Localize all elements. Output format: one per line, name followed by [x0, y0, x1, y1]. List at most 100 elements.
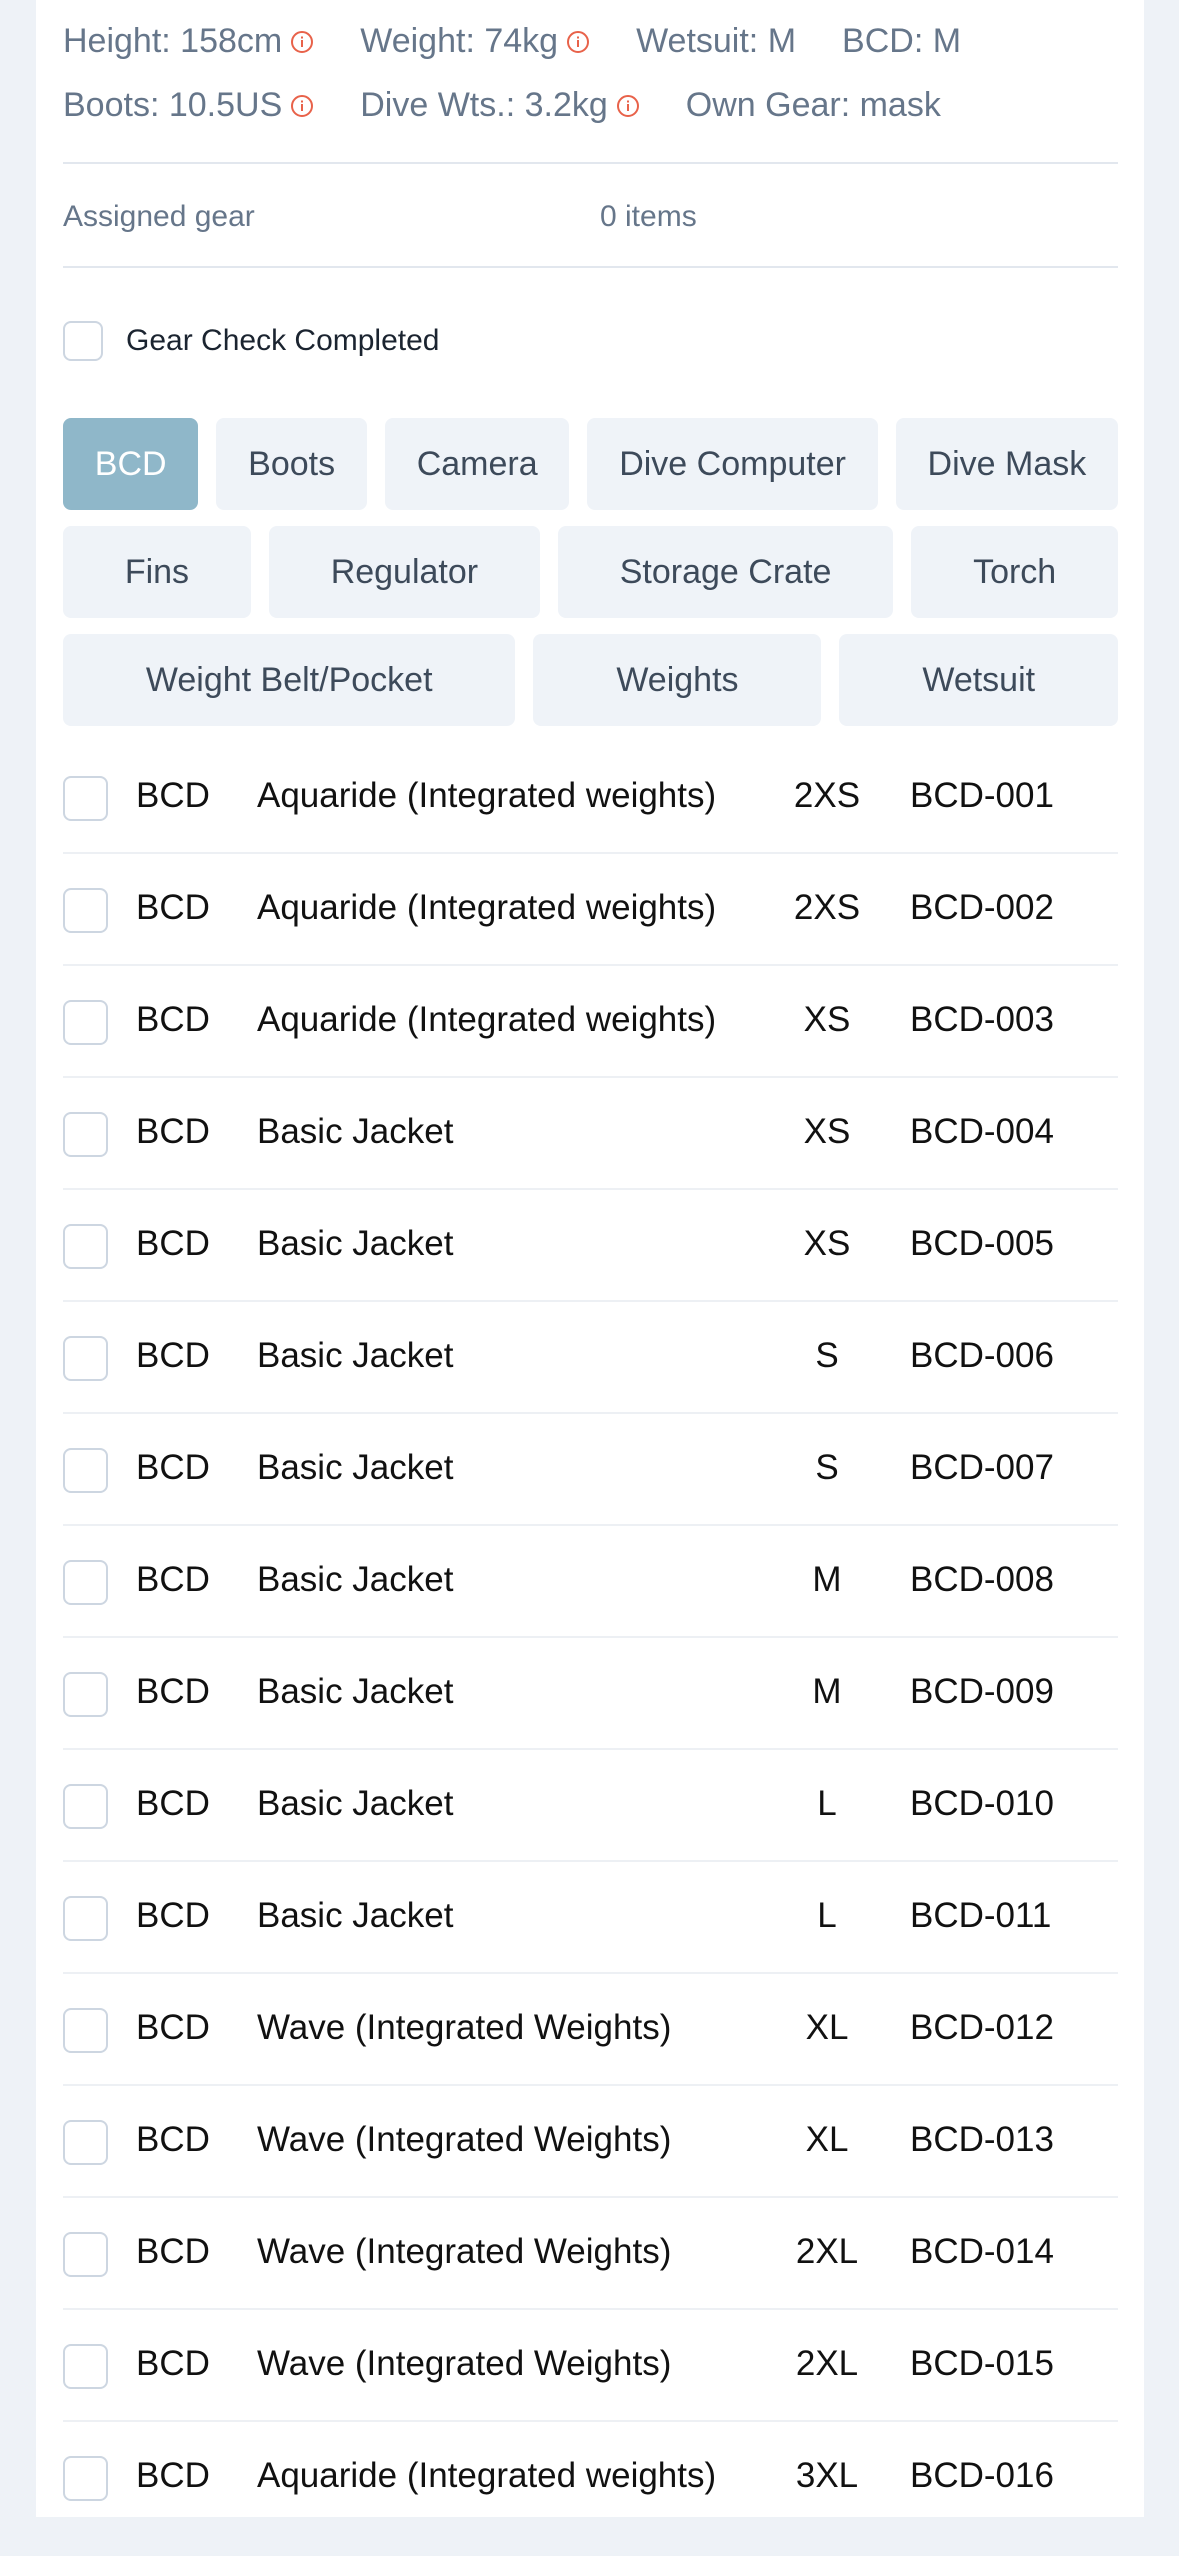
gear-item-name: Aquaride (Integrated weights): [257, 2456, 717, 2495]
info-circle-icon[interactable]: [290, 30, 314, 54]
gear-item-name: Basic Jacket: [257, 1784, 454, 1823]
gear-item-code: BCD-003: [910, 1000, 1054, 1039]
gear-item-checkbox[interactable]: [63, 776, 108, 821]
gear-item-checkbox[interactable]: [63, 2008, 108, 2053]
gear-item-size: XS: [803, 1000, 851, 1039]
gear-item-checkbox[interactable]: [63, 2456, 108, 2501]
gear-item-name: Aquaride (Integrated weights): [257, 888, 717, 927]
category-chip[interactable]: Dive Mask: [895, 418, 1119, 510]
weight-label: Weight: 74kg: [360, 22, 559, 60]
gear-item-size: XL: [805, 2120, 849, 2159]
category-filter: BCD Boots Camera Dive Computer Dive Mask Fins…: [63, 418, 1119, 726]
dive-weights-label: Dive Wts.: 3.2kg: [360, 86, 608, 124]
gear-item-name: Basic Jacket: [257, 1448, 454, 1487]
gear-item-type: BCD: [136, 1224, 210, 1263]
category-chip[interactable]: Regulator: [268, 526, 540, 618]
gear-item-checkbox[interactable]: [63, 1784, 108, 1829]
category-chip[interactable]: Camera: [384, 418, 570, 510]
gear-item-name: Aquaride (Integrated weights): [257, 1000, 717, 1039]
category-chip[interactable]: Dive Computer: [587, 418, 878, 510]
gear-item-type: BCD: [136, 1896, 210, 1935]
gear-assignment-panel: Height: 158cm Weight: 74kg Wetsuit: M BC…: [36, 0, 1144, 2517]
gear-check-row[interactable]: Gear Check Completed: [63, 268, 1118, 418]
gear-item-row[interactable]: BCD Basic Jacket S BCD-006: [63, 1302, 1118, 1414]
gear-item-row[interactable]: BCD Aquaride (Integrated weights) 3XL BCD-0…: [63, 2422, 1118, 2517]
gear-item-checkbox[interactable]: [63, 1672, 108, 1717]
gear-item-checkbox[interactable]: [63, 1224, 108, 1269]
bcd-label: BCD: M: [842, 22, 962, 60]
gear-item-row[interactable]: BCD Wave (Integrated Weights) XL BCD-013: [63, 2086, 1118, 2198]
category-row: Weight Belt/Pocket Weights Wetsuit: [63, 634, 1118, 726]
gear-item-checkbox[interactable]: [63, 1336, 108, 1381]
gear-check-label: Gear Check Completed: [126, 324, 440, 357]
category-chip[interactable]: Torch: [911, 526, 1119, 618]
own-gear-label: Own Gear: mask: [685, 86, 941, 124]
category-row: Fins Regulator Storage Crate Torch: [63, 526, 1119, 618]
gear-item-row[interactable]: BCD Aquaride (Integrated weights) 2XS BCD-0…: [63, 854, 1118, 966]
gear-item-checkbox[interactable]: [63, 1112, 108, 1157]
gear-item-code: BCD-008: [910, 1560, 1054, 1599]
gear-item-type: BCD: [136, 2232, 210, 2271]
gear-item-checkbox[interactable]: [63, 888, 108, 933]
category-chip[interactable]: Fins: [63, 526, 251, 618]
gear-item-type: BCD: [136, 776, 210, 815]
gear-item-row[interactable]: BCD Basic Jacket M BCD-008: [63, 1526, 1118, 1638]
gear-item-name: Basic Jacket: [257, 1672, 454, 1711]
gear-item-type: BCD: [136, 1448, 210, 1487]
gear-item-row[interactable]: BCD Wave (Integrated Weights) 2XL BCD-015: [63, 2310, 1118, 2422]
info-circle-icon[interactable]: [566, 30, 590, 54]
gear-item-name: Basic Jacket: [257, 1224, 454, 1263]
gear-item-name: Wave (Integrated Weights): [257, 2120, 672, 2159]
gear-check-checkbox[interactable]: [63, 321, 103, 361]
gear-item-code: BCD-015: [910, 2344, 1054, 2383]
gear-item-row[interactable]: BCD Wave (Integrated Weights) XL BCD-012: [63, 1974, 1118, 2086]
gear-item-row[interactable]: BCD Aquaride (Integrated weights) XS BCD-00…: [63, 966, 1118, 1078]
gear-item-name: Wave (Integrated Weights): [257, 2344, 672, 2383]
gear-item-row[interactable]: BCD Basic Jacket M BCD-009: [63, 1638, 1118, 1750]
gear-item-row[interactable]: BCD Wave (Integrated Weights) 2XL BCD-014: [63, 2198, 1118, 2310]
category-chip[interactable]: Boots: [216, 418, 367, 510]
gear-item-checkbox[interactable]: [63, 2232, 108, 2277]
gear-item-type: BCD: [136, 1560, 210, 1599]
gear-item-size: S: [815, 1448, 839, 1487]
gear-item-checkbox[interactable]: [63, 2344, 108, 2389]
category-chip[interactable]: Storage Crate: [557, 526, 894, 618]
gear-item-code: BCD-007: [910, 1448, 1054, 1487]
category-row: BCD Boots Camera Dive Computer Dive Mask: [63, 418, 1119, 510]
gear-item-row[interactable]: BCD Basic Jacket XS BCD-004: [63, 1078, 1118, 1190]
gear-item-checkbox[interactable]: [63, 1448, 108, 1493]
gear-item-type: BCD: [136, 1112, 210, 1151]
category-chip[interactable]: BCD: [63, 418, 199, 510]
gear-item-code: BCD-002: [910, 888, 1054, 927]
category-chip[interactable]: Weights: [533, 634, 822, 726]
gear-item-checkbox[interactable]: [63, 1896, 108, 1941]
gear-item-row[interactable]: BCD Aquaride (Integrated weights) 2XS BCD-0…: [63, 742, 1118, 854]
gear-item-type: BCD: [136, 888, 210, 927]
height-spec: Height: 158cm: [63, 22, 314, 61]
gear-item-row[interactable]: BCD Basic Jacket S BCD-007: [63, 1414, 1118, 1526]
gear-item-code: BCD-010: [910, 1784, 1054, 1823]
gear-item-type: BCD: [136, 2344, 210, 2383]
gear-item-code: BCD-014: [910, 2232, 1054, 2271]
height-label: Height: 158cm: [63, 22, 283, 60]
gear-item-size: 2XL: [795, 2344, 859, 2383]
info-circle-icon[interactable]: [290, 94, 314, 118]
gear-item-row[interactable]: BCD Basic Jacket XS BCD-005: [63, 1190, 1118, 1302]
gear-item-code: BCD-004: [910, 1112, 1054, 1151]
info-circle-icon[interactable]: [616, 94, 640, 118]
gear-item-code: BCD-009: [910, 1672, 1054, 1711]
gear-item-name: Wave (Integrated Weights): [257, 2232, 672, 2271]
category-chip[interactable]: Weight Belt/Pocket: [63, 634, 516, 726]
gear-item-size: L: [817, 1784, 837, 1823]
gear-item-checkbox[interactable]: [63, 1560, 108, 1605]
gear-item-checkbox[interactable]: [63, 2120, 108, 2165]
gear-item-row[interactable]: BCD Basic Jacket L BCD-010: [63, 1750, 1118, 1862]
gear-item-checkbox[interactable]: [63, 1000, 108, 1045]
gear-item-code: BCD-012: [910, 2008, 1054, 2047]
gear-item-type: BCD: [136, 1000, 210, 1039]
category-chip[interactable]: Wetsuit: [839, 634, 1118, 726]
gear-item-name: Basic Jacket: [257, 1336, 454, 1375]
gear-item-size: 3XL: [795, 2456, 859, 2495]
gear-item-row[interactable]: BCD Basic Jacket L BCD-011: [63, 1862, 1118, 1974]
dive-weights-spec: Dive Wts.: 3.2kg: [360, 86, 640, 125]
